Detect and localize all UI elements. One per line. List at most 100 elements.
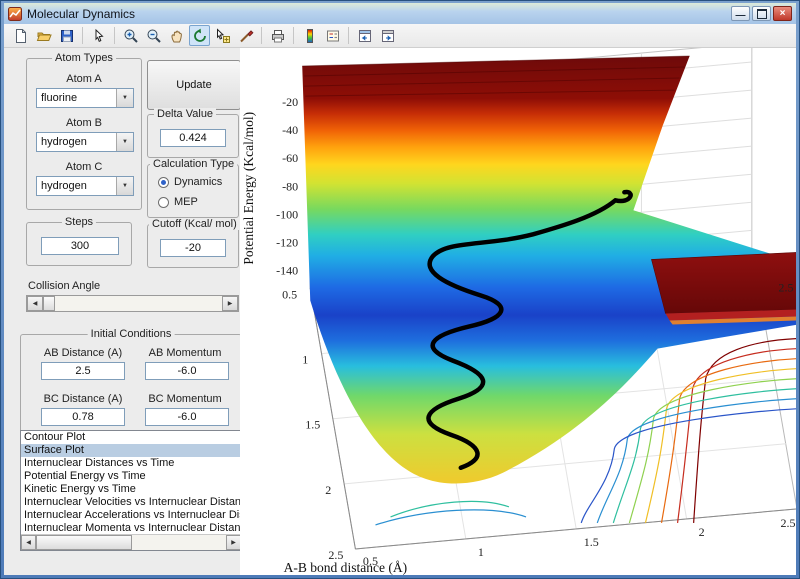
atom-a-dropdown[interactable]: fluorine ▼ bbox=[36, 88, 134, 108]
app-icon bbox=[8, 7, 22, 21]
plot-type-listbox[interactable]: Contour Plot Surface Plot Internuclear D… bbox=[20, 430, 242, 551]
delta-value-group: Delta Value 0.424 bbox=[147, 114, 239, 158]
list-item[interactable]: Internuclear Distances vs Time bbox=[21, 457, 241, 470]
scrollbar-thumb[interactable] bbox=[36, 535, 132, 550]
ab-distance-input[interactable]: 2.5 bbox=[41, 362, 125, 380]
scroll-left-arrow-icon[interactable]: ◀ bbox=[21, 535, 36, 550]
y-tick: 1.5 bbox=[305, 418, 320, 432]
y-tick: 0.5 bbox=[282, 287, 297, 301]
atom-types-title: Atom Types bbox=[52, 52, 116, 64]
app-window: Molecular Dynamics — × bbox=[0, 0, 800, 579]
toolbar-separator bbox=[114, 27, 115, 44]
dropdown-arrow-icon[interactable]: ▼ bbox=[116, 177, 133, 195]
close-button[interactable]: × bbox=[773, 6, 792, 21]
print-icon[interactable] bbox=[267, 25, 288, 46]
toolbar-separator bbox=[293, 27, 294, 44]
bc-distance-label: BC Distance (A) bbox=[31, 393, 135, 405]
steps-title: Steps bbox=[62, 216, 96, 228]
pan-hand-icon[interactable] bbox=[166, 25, 187, 46]
delta-value-input[interactable]: 0.424 bbox=[160, 129, 226, 147]
rotate-3d-icon[interactable] bbox=[189, 25, 210, 46]
toolbar-separator bbox=[261, 27, 262, 44]
atom-c-value: hydrogen bbox=[41, 180, 87, 192]
cutoff-title: Cutoff (Kcal/ mol) bbox=[149, 218, 240, 230]
maximize-icon bbox=[757, 9, 767, 19]
insert-colorbar-icon[interactable] bbox=[299, 25, 320, 46]
open-file-icon[interactable] bbox=[33, 25, 54, 46]
slider-thumb[interactable] bbox=[43, 296, 55, 311]
steps-input[interactable]: 300 bbox=[41, 237, 119, 255]
list-item[interactable]: Potential Energy vs Time bbox=[21, 470, 241, 483]
zoom-out-icon[interactable] bbox=[143, 25, 164, 46]
x-tick: 2 bbox=[699, 525, 705, 539]
hide-plot-tools-icon[interactable] bbox=[354, 25, 375, 46]
title-bar[interactable]: Molecular Dynamics — × bbox=[4, 3, 796, 24]
bc-distance-input[interactable]: 0.78 bbox=[41, 408, 125, 426]
list-item[interactable]: Internuclear Velocities vs Internuclear … bbox=[21, 496, 241, 509]
atom-a-value: fluorine bbox=[41, 92, 77, 104]
edit-plot-pointer-icon[interactable] bbox=[88, 25, 109, 46]
surface-plot-svg: -20 -40 -60 -80 -100 -120 -140 0.5 1 1.5… bbox=[240, 48, 796, 575]
figure-toolbar bbox=[4, 24, 796, 48]
list-item[interactable]: Kinetic Energy vs Time bbox=[21, 483, 241, 496]
z-tick: -140 bbox=[276, 263, 298, 277]
atom-a-label: Atom A bbox=[27, 73, 141, 85]
collision-angle-slider[interactable]: ◀ ▶ bbox=[26, 295, 239, 312]
insert-legend-icon[interactable] bbox=[322, 25, 343, 46]
slider-right-arrow-icon[interactable]: ▶ bbox=[222, 296, 238, 311]
scroll-right-arrow-icon[interactable]: ▶ bbox=[226, 535, 241, 550]
atom-b-value: hydrogen bbox=[41, 136, 87, 148]
atom-b-dropdown[interactable]: hydrogen ▼ bbox=[36, 132, 134, 152]
z-tick: -120 bbox=[276, 235, 298, 249]
brush-data-icon[interactable] bbox=[235, 25, 256, 46]
data-cursor-icon[interactable] bbox=[212, 25, 233, 46]
slider-left-arrow-icon[interactable]: ◀ bbox=[27, 296, 43, 311]
surface-ridge bbox=[651, 252, 796, 324]
mep-radio-label: MEP bbox=[174, 196, 198, 208]
x-tick: 2.5 bbox=[780, 516, 795, 530]
atom-c-dropdown[interactable]: hydrogen ▼ bbox=[36, 176, 134, 196]
save-icon[interactable] bbox=[56, 25, 77, 46]
list-item[interactable]: Internuclear Accelerations vs Internucle… bbox=[21, 509, 241, 522]
show-plot-tools-icon[interactable] bbox=[377, 25, 398, 46]
minimize-button[interactable]: — bbox=[731, 6, 750, 21]
radio-unselected-icon[interactable] bbox=[158, 197, 169, 208]
atom-b-label: Atom B bbox=[27, 117, 141, 129]
y-tick: 2 bbox=[325, 483, 331, 497]
cutoff-input[interactable]: -20 bbox=[160, 239, 226, 257]
y-max-tick: 2.5 bbox=[778, 280, 793, 294]
window-title: Molecular Dynamics bbox=[27, 7, 729, 21]
dropdown-arrow-icon[interactable]: ▼ bbox=[116, 89, 133, 107]
collision-angle-label: Collision Angle bbox=[28, 280, 100, 292]
z-tick: -80 bbox=[282, 179, 298, 193]
dropdown-arrow-icon[interactable]: ▼ bbox=[116, 133, 133, 151]
list-item-selected[interactable]: Surface Plot bbox=[21, 444, 241, 457]
listbox-horizontal-scrollbar[interactable]: ◀ ▶ bbox=[21, 534, 241, 550]
bc-momentum-label: BC Momentum bbox=[135, 393, 235, 405]
maximize-button[interactable] bbox=[752, 6, 771, 21]
y-tick: 1 bbox=[302, 353, 308, 367]
calculation-type-title: Calculation Type bbox=[150, 158, 237, 170]
x-tick: 1.5 bbox=[584, 535, 599, 549]
dynamics-radio-label: Dynamics bbox=[174, 176, 222, 188]
delta-value-title: Delta Value bbox=[154, 108, 216, 120]
atom-c-label: Atom C bbox=[27, 161, 141, 173]
bc-momentum-input[interactable]: -6.0 bbox=[145, 408, 229, 426]
ab-momentum-input[interactable]: -6.0 bbox=[145, 362, 229, 380]
new-file-icon[interactable] bbox=[10, 25, 31, 46]
mep-radio[interactable]: MEP bbox=[158, 196, 198, 208]
surface-plot-canvas[interactable]: -20 -40 -60 -80 -100 -120 -140 0.5 1 1.5… bbox=[240, 48, 796, 575]
radio-selected-icon[interactable] bbox=[158, 177, 169, 188]
x-axis-title: A-B bond distance (Å) bbox=[284, 560, 408, 575]
control-panel: Atom Types Atom A fluorine ▼ Atom B hydr… bbox=[4, 48, 240, 575]
x-tick: 1 bbox=[478, 545, 484, 559]
update-button[interactable]: Update bbox=[147, 60, 241, 110]
dynamics-radio[interactable]: Dynamics bbox=[158, 176, 222, 188]
zoom-in-icon[interactable] bbox=[120, 25, 141, 46]
z-tick: -60 bbox=[282, 151, 298, 165]
ab-distance-label: AB Distance (A) bbox=[31, 347, 135, 359]
toolbar-separator bbox=[348, 27, 349, 44]
list-item[interactable]: Contour Plot bbox=[21, 431, 241, 444]
initial-conditions-title: Initial Conditions bbox=[88, 328, 175, 340]
ab-momentum-label: AB Momentum bbox=[135, 347, 235, 359]
